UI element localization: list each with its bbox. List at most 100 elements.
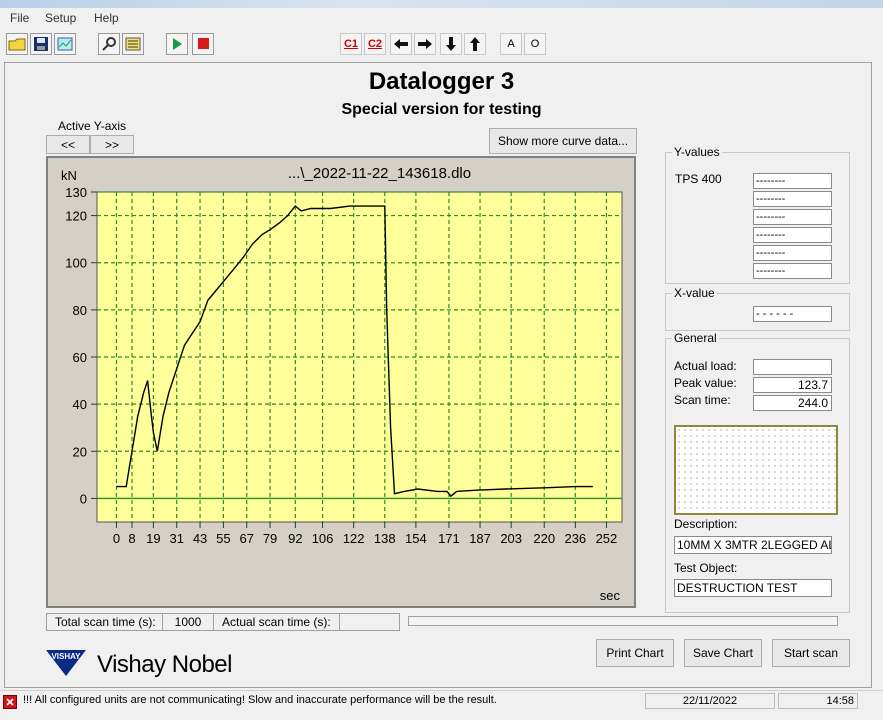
y-tick-label: 0 [80, 491, 87, 506]
show-more-curve-data-button[interactable]: Show more curve data... [489, 128, 637, 154]
scan-time-label: Scan time: [674, 393, 731, 407]
y-value-field: -------- [753, 209, 832, 225]
save-disk-icon[interactable] [30, 33, 52, 55]
view-chart-icon[interactable] [54, 33, 76, 55]
x-tick-label: 106 [312, 531, 334, 546]
actual-scan-time-value [339, 614, 400, 630]
toolbar: C1 C2 A O [0, 30, 883, 60]
y-tick-label: 80 [73, 303, 87, 318]
scan-info-row: Total scan time (s): 1000 Actual scan ti… [46, 613, 400, 631]
arrow-left-icon[interactable] [390, 33, 412, 55]
x-tick-label: 8 [128, 531, 135, 546]
x-tick-label: 122 [343, 531, 365, 546]
y-value-field: -------- [753, 263, 832, 279]
x-tick-label: 187 [469, 531, 491, 546]
brand-name: Vishay Nobel [97, 651, 232, 678]
x-tick-label: 43 [193, 531, 207, 546]
peak-value-label: Peak value: [674, 376, 737, 390]
peak-value-field: 123.7 [753, 377, 832, 393]
vishay-logo: VISHAY [44, 648, 88, 678]
original-scale-button[interactable]: O [524, 33, 546, 55]
test-object-field[interactable]: DESTRUCTION TEST [674, 579, 832, 597]
prev-y-axis-button[interactable]: << [46, 135, 90, 154]
status-message: !!! All configured units are not communi… [23, 694, 497, 706]
x-value-group: X-value - - - - - - [665, 286, 850, 331]
y-tick-label: 100 [65, 256, 87, 271]
y-value-field: -------- [753, 245, 832, 261]
print-chart-button[interactable]: Print Chart [596, 639, 674, 667]
start-scan-button[interactable]: Start scan [772, 639, 850, 667]
status-time: 14:58 [778, 693, 858, 709]
menu-setup[interactable]: Setup [45, 11, 76, 25]
cursor-c1-button[interactable]: C1 [340, 33, 362, 55]
menu-file[interactable]: File [10, 11, 29, 25]
stop-icon[interactable] [192, 33, 214, 55]
save-chart-button[interactable]: Save Chart [684, 639, 762, 667]
y-value-field: -------- [753, 191, 832, 207]
window-top-strip [0, 0, 883, 8]
x-value-field: - - - - - - [753, 306, 832, 322]
arrow-right-icon[interactable] [414, 33, 436, 55]
total-scan-time-label: Total scan time (s): [55, 615, 156, 629]
search-icon[interactable] [98, 33, 120, 55]
arrow-down-icon[interactable] [440, 33, 462, 55]
status-date: 22/11/2022 [645, 693, 775, 709]
scan-time-field: 244.0 [753, 395, 832, 411]
y-value-field: -------- [753, 227, 832, 243]
play-icon[interactable] [166, 33, 188, 55]
general-title: General [672, 331, 719, 345]
y-values-channel: TPS 400 [675, 172, 722, 186]
x-tick-label: 171 [438, 531, 460, 546]
x-tick-label: 203 [500, 531, 522, 546]
arrow-up-icon[interactable] [464, 33, 486, 55]
open-folder-icon[interactable] [6, 33, 28, 55]
y-tick-label: 60 [73, 350, 87, 365]
next-y-axis-button[interactable]: >> [90, 135, 134, 154]
menu-help[interactable]: Help [94, 11, 119, 25]
chart-title: ...\_2022-11-22_143618.dlo [288, 165, 471, 182]
vishay-logo-text: VISHAY [51, 652, 81, 661]
x-tick-label: 67 [239, 531, 253, 546]
error-icon [3, 695, 17, 709]
actual-load-field [753, 359, 832, 375]
chart-frame: 0 8 19 31 43 55 67 79 92 106 122 138 154 171 187 203 220… [46, 156, 636, 608]
y-tick-label: 120 [65, 209, 87, 224]
y-tick-label: 130 [65, 185, 87, 200]
menu-bar: File Setup Help [0, 8, 883, 28]
status-bar: !!! All configured units are not communi… [0, 690, 883, 711]
page-title: Datalogger 3 [368, 68, 515, 95]
x-tick-label: 138 [374, 531, 396, 546]
y-axis-label: kN [61, 168, 77, 183]
active-y-axis-label: Active Y-axis [58, 119, 127, 133]
picture-box [674, 425, 838, 515]
x-tick-label: 92 [288, 531, 302, 546]
scan-progress-bar [408, 616, 838, 626]
x-value-title: X-value [672, 286, 717, 300]
x-tick-label: 31 [169, 531, 183, 546]
y-values-title: Y-values [672, 145, 722, 159]
y-tick-label: 20 [73, 444, 87, 459]
y-tick-label: 40 [73, 397, 87, 412]
report-list-icon[interactable] [122, 33, 144, 55]
actual-load-label: Actual load: [674, 359, 737, 373]
description-label: Description: [674, 517, 738, 531]
cursor-c2-button[interactable]: C2 [364, 33, 386, 55]
x-tick-label: 252 [596, 531, 618, 546]
x-tick-label: 79 [263, 531, 277, 546]
y-value-field: -------- [753, 173, 832, 189]
general-group: General Actual load: Peak value: 123.7 S… [665, 331, 850, 613]
actual-scan-time-label: Actual scan time (s): [222, 615, 331, 629]
y-values-group: Y-values TPS 400 -------- -------- -----… [665, 145, 850, 284]
auto-scale-button[interactable]: A [500, 33, 522, 55]
x-axis-label: sec [600, 588, 621, 603]
chart-svg: 0 8 19 31 43 55 67 79 92 106 122 138 154 171 187 203 220… [61, 165, 623, 603]
x-tick-label: 19 [146, 531, 160, 546]
description-field[interactable]: 10MM X 3MTR 2LEGGED AL [674, 536, 832, 554]
x-tick-label: 55 [216, 531, 230, 546]
x-tick-label: 236 [564, 531, 586, 546]
x-tick-label: 154 [405, 531, 427, 546]
x-tick-label: 0 [113, 531, 120, 546]
test-object-label: Test Object: [674, 561, 738, 575]
page-subtitle: Special version for testing [341, 101, 542, 118]
x-tick-label: 220 [533, 531, 555, 546]
